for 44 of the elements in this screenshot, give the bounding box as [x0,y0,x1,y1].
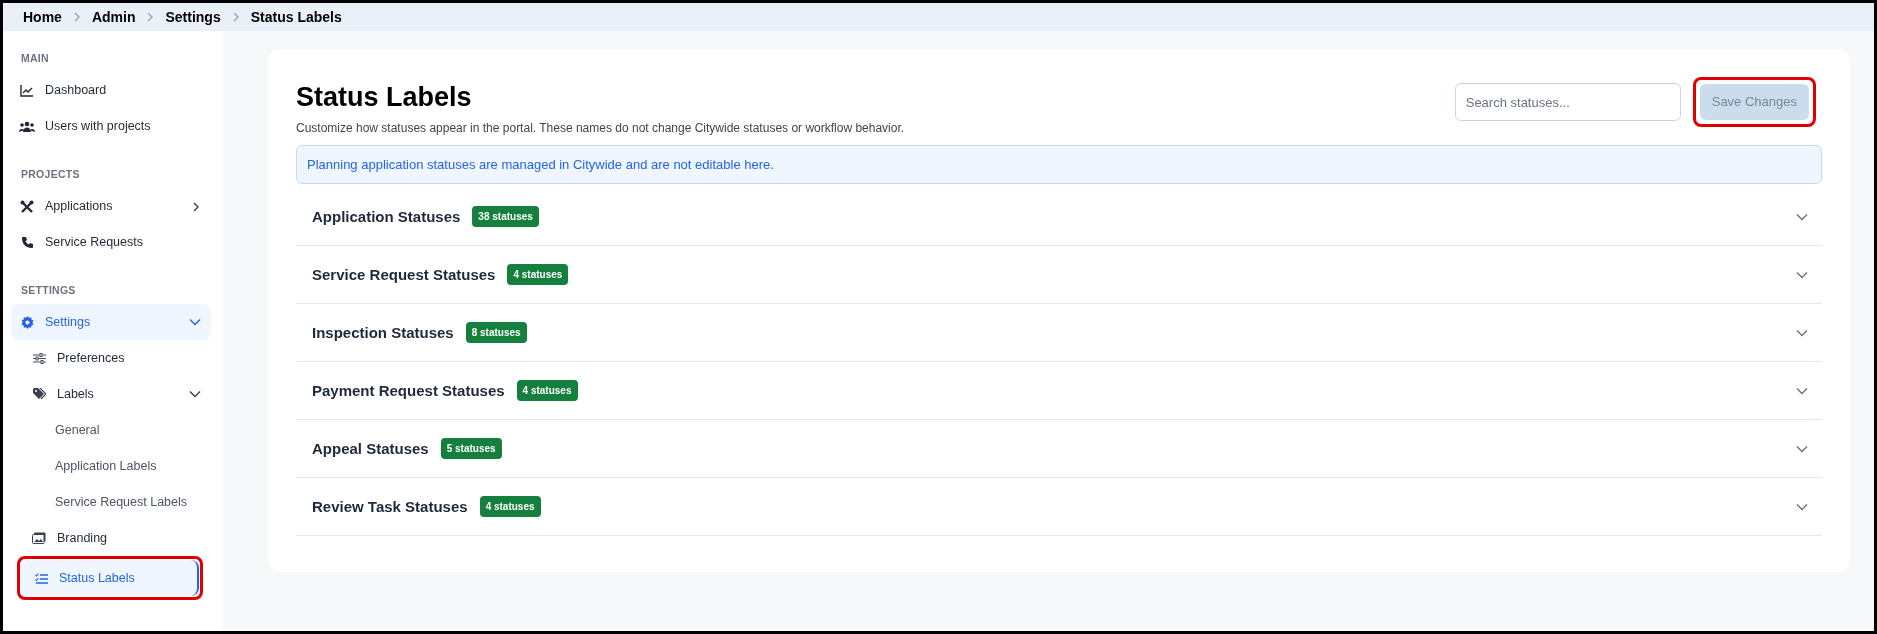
info-banner: Planning application statuses are managed in Citywide and are not editable here. [296,144,1822,185]
count-badge: 38 statuses [472,206,539,228]
sidebar-item[interactable]: Users with projects [11,108,211,145]
sidebar-item[interactable]: Preferences [11,340,211,377]
chart-line-icon [20,84,34,98]
accordion-header[interactable]: Appeal Statuses 5 statuses [296,420,1822,479]
sidebar-item[interactable]: Status Labels [21,560,199,597]
sidebar-heading: SETTINGS [20,282,77,298]
search-field[interactable]: Search statuses... [1454,83,1681,121]
sidebar-item[interactable]: Settings [11,304,211,341]
count-badge: 4 statuses [507,264,569,286]
count-badge: 4 statuses [479,496,541,518]
accordion-header[interactable]: Review Task Statuses 4 statuses [296,478,1822,537]
sliders-icon [32,352,46,364]
sidebar-heading: PROJECTS [20,166,81,182]
sidebar-item[interactable]: Branding [11,520,211,557]
breadcrumb-link[interactable]: Status Labels [250,6,342,28]
users-icon [19,120,35,133]
count-badge: 4 statuses [516,380,578,402]
sidebar-item[interactable]: General [11,412,211,449]
tools-icon [20,199,34,214]
gear-icon [20,315,34,329]
sidebar-item[interactable]: Application Labels [11,448,211,485]
phone-icon [20,236,34,249]
page-title: Status Labels [296,81,473,114]
sidebar-item[interactable]: Service Request Labels [11,484,211,521]
page-description: Customize how statuses appear in the portal. These names do not change Citywide statuses or workflow behavior. [296,119,905,137]
checklist-icon [34,572,48,584]
sidebar-item[interactable]: Labels [11,376,211,413]
sidebar-heading: MAIN [20,51,50,66]
accordion-header[interactable]: Application Statuses 38 statuses [296,188,1822,247]
accordion-header[interactable]: Service Request Statuses 4 statuses [296,246,1822,305]
sidebar-item[interactable]: Service Requests [11,224,211,261]
accordion-header[interactable]: Payment Request Statuses 4 statuses [296,362,1822,421]
image-icon [32,532,46,545]
sidebar-item[interactable]: Applications [11,188,211,225]
breadcrumb-link[interactable]: Settings [165,6,221,28]
count-badge: 5 statuses [440,438,502,460]
sidebar-item[interactable]: Dashboard [11,72,211,109]
breadcrumb-link[interactable]: Home [23,6,62,28]
count-badge: 8 statuses [465,322,527,344]
tag-icon [32,388,46,401]
accordion-header[interactable]: Inspection Statuses 8 statuses [296,304,1822,363]
breadcrumb-link[interactable]: Admin [91,6,136,28]
